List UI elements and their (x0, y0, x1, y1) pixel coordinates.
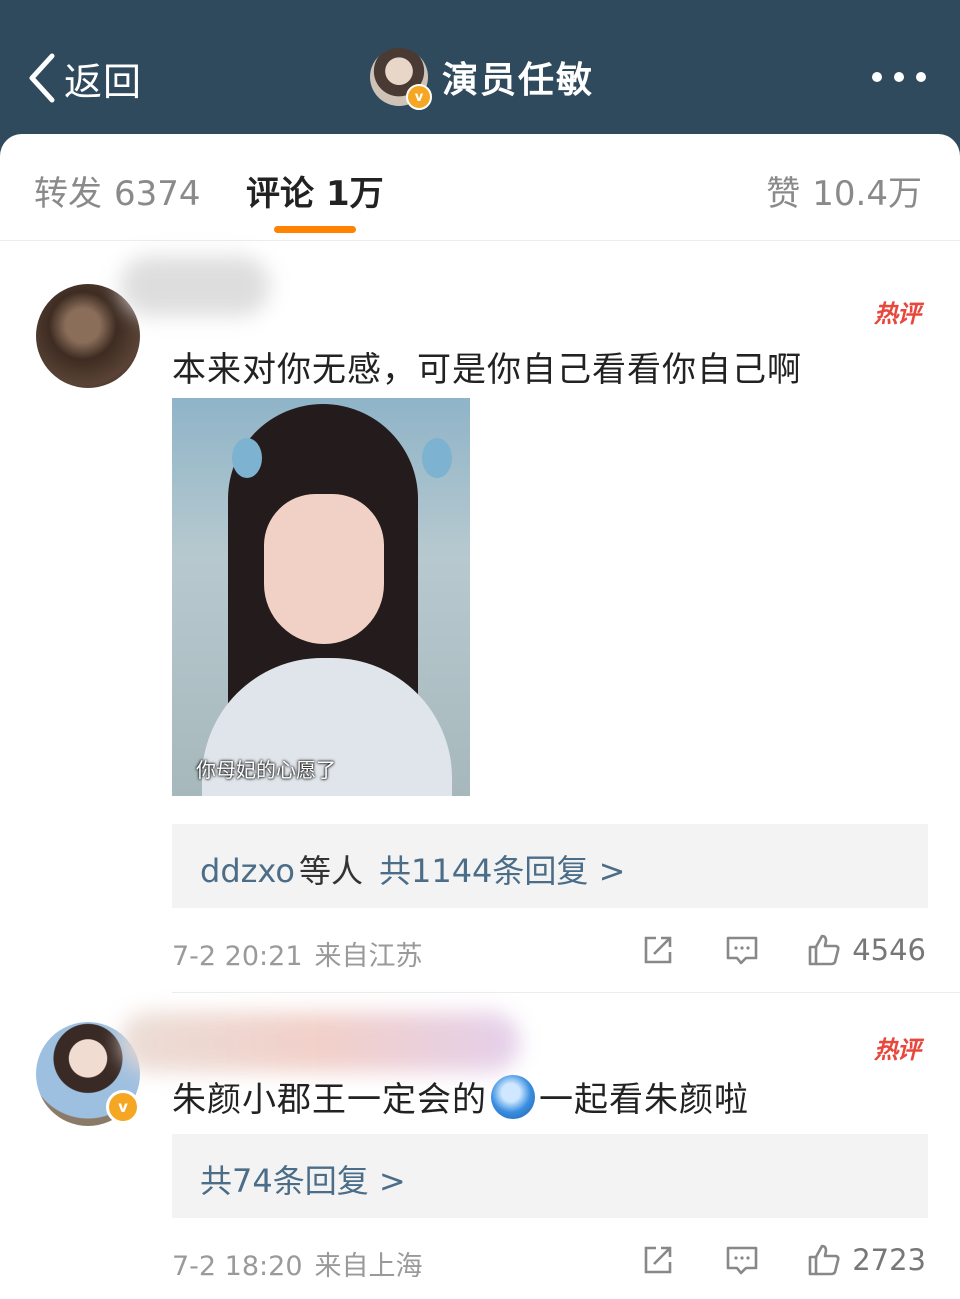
like-count: 2723 (852, 1243, 926, 1277)
tab-like[interactable]: 赞 10.4万 (766, 166, 922, 215)
share-button[interactable] (640, 1242, 676, 1278)
verified-icon: v (406, 84, 432, 110)
comment-meta: 7-2 18:20 来自上海 (172, 1244, 423, 1283)
comment-icon (726, 936, 758, 965)
thumbs-up-icon (808, 934, 840, 966)
active-tab-indicator (274, 226, 356, 233)
thumbs-up-icon (808, 1244, 840, 1276)
divider (172, 992, 960, 993)
like-button[interactable]: 4546 (806, 932, 926, 968)
dot (916, 72, 926, 82)
replies-summary: ddzxo 等人 共1144条回复 > (200, 846, 625, 892)
profile-header[interactable]: v 演员任敏 (370, 46, 594, 110)
replies-total-link[interactable]: 共1144条回复 > (379, 852, 625, 890)
reply-button[interactable] (724, 932, 760, 968)
comment-date: 7-2 20:21 (172, 941, 303, 972)
comment-icon (726, 1246, 758, 1275)
comment-actions: 2723 (640, 1240, 926, 1280)
tab-like-count: 10.4万 (812, 174, 922, 214)
comment-actions: 4546 (640, 930, 926, 970)
tab-repost-label: 转发 (34, 174, 102, 214)
comment-text-part: 一起看朱颜啦 (539, 1080, 749, 1120)
hot-comment-badge: 热评 (874, 300, 921, 328)
username-blurred[interactable] (120, 1012, 520, 1072)
tab-repost-count: 6374 (114, 174, 201, 214)
profile-name[interactable]: 演员任敏 (442, 51, 594, 103)
replies-preview[interactable]: ddzxo 等人 共1144条回复 > (172, 824, 928, 908)
comment-item: v 热评 朱颜小郡王一定会的 一起看朱颜啦 共74条回复 > 7-2 18:20 来… (0, 1004, 960, 1299)
replies-summary: 共74条回复 > (200, 1156, 406, 1202)
share-button[interactable] (640, 932, 676, 968)
comment-location: 来自江苏 (314, 941, 423, 972)
share-icon (644, 936, 672, 964)
emoji-icon (491, 1075, 535, 1119)
image-figure-face (264, 494, 384, 644)
comment-text: 朱颜小郡王一定会的 一起看朱颜啦 (172, 1072, 749, 1121)
hot-comment-badge: 热评 (874, 1036, 921, 1064)
tab-comment[interactable]: 评论 1万 (246, 166, 384, 215)
replies-preview[interactable]: 共74条回复 > (172, 1134, 928, 1218)
username-blurred[interactable] (120, 256, 270, 316)
share-icon (644, 1246, 672, 1274)
back-button[interactable]: 返回 (26, 50, 142, 106)
replies-total-link[interactable]: 共74条回复 > (200, 1162, 406, 1200)
tab-repost[interactable]: 转发 6374 (34, 166, 201, 215)
comment-location: 来自上海 (314, 1251, 423, 1282)
comments-panel: 转发 6374 评论 1万 赞 10.4万 热评 本来对你无感，可是你自己看看你自己啊… (0, 134, 960, 1299)
tab-comment-count: 1万 (326, 174, 384, 214)
comment-text-part: 朱颜小郡王一定会的 (172, 1080, 487, 1120)
like-button[interactable]: 2723 (806, 1242, 926, 1278)
comment-meta: 7-2 20:21 来自江苏 (172, 934, 423, 973)
dot (872, 72, 882, 82)
comment-date: 7-2 18:20 (172, 1251, 303, 1282)
replies-user[interactable]: ddzxo (200, 852, 295, 890)
image-ornament (422, 438, 452, 478)
image-ornament (232, 438, 262, 478)
replies-etc: 等人 (298, 852, 363, 890)
top-nav-bar: 返回 v 演员任敏 (0, 0, 960, 150)
image-subtitle: 你母妃的心愿了 (196, 758, 336, 782)
tab-comment-label: 评论 (246, 174, 314, 214)
more-options-icon[interactable] (872, 64, 926, 90)
tab-like-label: 赞 (766, 174, 801, 214)
comment-image[interactable]: 你母妃的心愿了 (172, 398, 470, 796)
reply-button[interactable] (724, 1242, 760, 1278)
verified-icon: v (106, 1090, 140, 1124)
chevron-left-icon (29, 53, 55, 103)
tab-bar: 转发 6374 评论 1万 赞 10.4万 (0, 134, 960, 241)
dot (894, 72, 904, 82)
back-label: 返回 (64, 59, 143, 104)
comment-item: 热评 本来对你无感，可是你自己看看你自己啊 你母妃的心愿了 ddzxo 等人 共11… (0, 240, 960, 993)
avatar[interactable]: v (370, 48, 432, 110)
comment-text: 本来对你无感，可是你自己看看你自己啊 (172, 350, 802, 390)
like-count: 4546 (852, 933, 926, 967)
